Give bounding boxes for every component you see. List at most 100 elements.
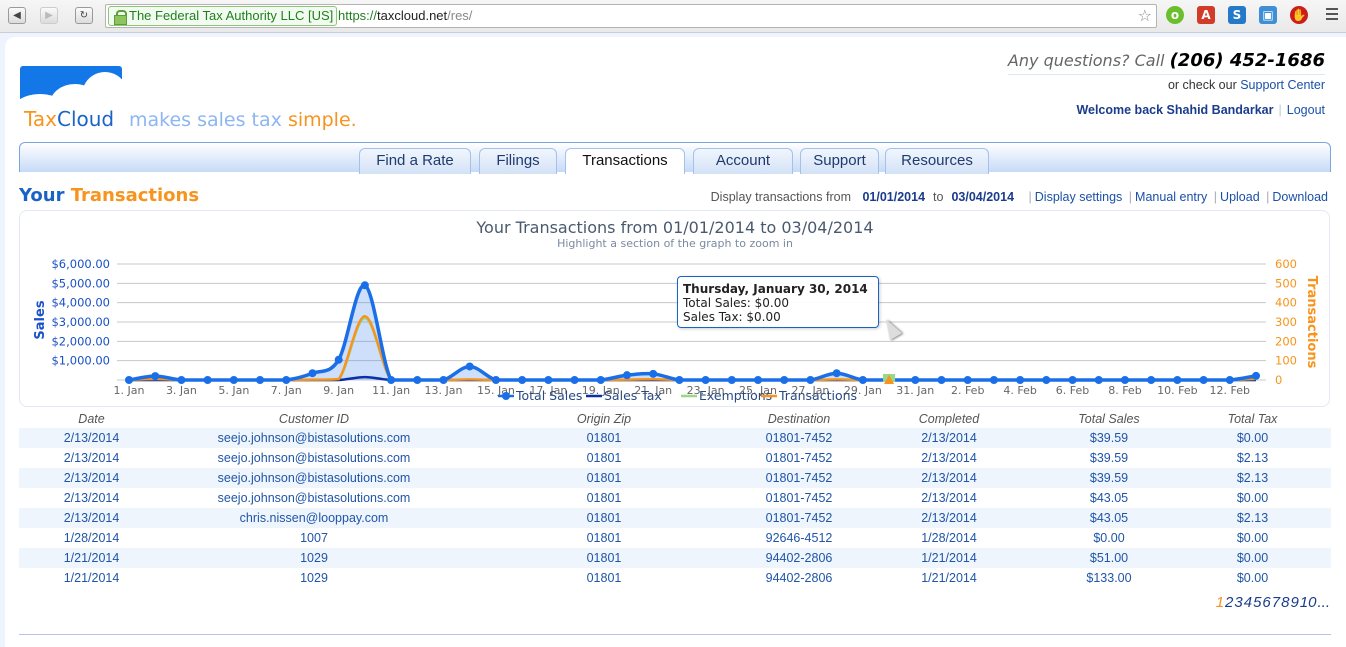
table-row[interactable]: 1/21/2014 1029 01801 94402-2806 1/21/2014 $51…: [19, 548, 1331, 568]
total-sales-point: [1094, 376, 1103, 384]
transactions-chart[interactable]: $1,000.00 $2,000.00 $3,000.00 $4,000.00 $5,0…: [0, 250, 1346, 410]
y-right-tick-label: 600: [1275, 257, 1297, 271]
bookmark-star-icon[interactable]: ☆: [1138, 5, 1152, 27]
tab-find-a-rate[interactable]: Find a Rate: [359, 148, 471, 174]
page-link[interactable]: 5: [1253, 594, 1261, 611]
page-link[interactable]: 9: [1290, 594, 1298, 611]
total-sales-point: [858, 376, 867, 384]
page-more-link[interactable]: ...: [1317, 594, 1330, 611]
y-tick-label: $4,000.00: [51, 296, 110, 310]
table-cell: $43.05: [1089, 491, 1129, 505]
table-cell: 2/13/2014: [854, 468, 1044, 488]
table-cell: 2/13/2014: [63, 491, 120, 505]
table-cell: 2/13/2014: [19, 428, 164, 448]
y-tick-label: $2,000.00: [51, 334, 110, 348]
total-sales-point: [544, 376, 553, 384]
page-link[interactable]: 2: [1225, 594, 1233, 611]
manual-entry-link[interactable]: Manual entry: [1135, 190, 1207, 204]
display-settings-link[interactable]: Display settings: [1035, 190, 1123, 204]
page-current: 1: [1215, 594, 1225, 611]
table-cell: 1/21/2014: [63, 571, 120, 585]
table-cell: 2/13/2014: [854, 508, 1044, 528]
total-sales-point: [360, 281, 369, 290]
upload-link[interactable]: Upload: [1220, 190, 1260, 204]
from-date-link[interactable]: 01/01/2014: [862, 190, 925, 204]
page-link[interactable]: 6: [1262, 594, 1270, 611]
x-tick-label: 7. Jan: [271, 384, 302, 397]
table-cell: 01801: [464, 428, 744, 448]
total-sales-point: [727, 376, 736, 384]
total-sales-point: [675, 376, 684, 384]
tab-account[interactable]: Account: [693, 148, 793, 174]
page-link[interactable]: 8: [1281, 594, 1289, 611]
column-header[interactable]: Total Sales: [1044, 409, 1174, 428]
table-row[interactable]: 2/13/2014 seejo.johnson@bistasolutions.co…: [19, 448, 1331, 468]
extension-green-icon[interactable]: o: [1166, 6, 1184, 24]
logo-wordmark[interactable]: TaxCloud: [24, 107, 114, 131]
table-cell: 2/13/2014: [921, 491, 977, 505]
column-header[interactable]: Origin Zip: [464, 409, 744, 428]
total-sales-point: [989, 376, 998, 384]
table-cell: $2.13: [1174, 468, 1331, 488]
table-row[interactable]: 1/21/2014 1029 01801 94402-2806 1/21/2014 $13…: [19, 568, 1331, 588]
x-tick-label: 2. Feb: [951, 384, 984, 397]
page-link[interactable]: 4: [1244, 594, 1252, 611]
menu-icon[interactable]: [1326, 8, 1338, 22]
tab-support[interactable]: Support: [800, 148, 879, 174]
extension-s-icon[interactable]: S: [1228, 6, 1246, 24]
url-text[interactable]: https://taxcloud.net/res/: [338, 5, 472, 27]
legend-item[interactable]: Sales Tax: [604, 388, 662, 403]
table-row[interactable]: 2/13/2014 seejo.johnson@bistasolutions.co…: [19, 488, 1331, 508]
download-link[interactable]: Download: [1272, 190, 1328, 204]
column-header[interactable]: Date: [19, 409, 164, 428]
logout-link[interactable]: Logout: [1287, 103, 1325, 117]
table-row[interactable]: 2/13/2014 seejo.johnson@bistasolutions.co…: [19, 468, 1331, 488]
ev-certificate-badge[interactable]: The Federal Tax Authority LLC [US]: [108, 6, 338, 26]
column-header[interactable]: Completed: [854, 409, 1044, 428]
logo-cloud-icon[interactable]: [20, 66, 122, 111]
tab-resources[interactable]: Resources: [885, 148, 989, 174]
support-center-link[interactable]: Support Center: [1240, 78, 1325, 92]
table-cell: $133.00: [1086, 571, 1132, 585]
total-sales-point: [622, 371, 631, 380]
table-cell: 1007: [300, 531, 328, 545]
table-row[interactable]: 2/13/2014 seejo.johnson@bistasolutions.co…: [19, 428, 1331, 448]
to-date-link[interactable]: 03/04/2014: [951, 190, 1014, 204]
chart-subtitle: Highlight a section of the graph to zoom…: [557, 237, 793, 250]
table-cell: 01801-7452: [765, 451, 833, 465]
y-axis-title: Sales: [33, 300, 48, 339]
tab-transactions[interactable]: Transactions: [565, 148, 685, 174]
column-header[interactable]: Total Tax: [1174, 409, 1331, 428]
legend-item[interactable]: Total Sales: [515, 388, 582, 403]
column-header[interactable]: Destination: [744, 409, 854, 428]
pagination: 12345678910...: [1215, 594, 1330, 611]
table-row[interactable]: 2/13/2014 chris.nissen@looppay.com 01801 01…: [19, 508, 1331, 528]
extension-adblock-icon[interactable]: ✋: [1290, 6, 1308, 24]
back-button[interactable]: ◀: [8, 7, 26, 24]
table-cell: $39.59: [1089, 451, 1129, 465]
extension-screenshot-icon[interactable]: ▣: [1259, 6, 1277, 24]
reload-button[interactable]: ↻: [75, 7, 93, 24]
table-row[interactable]: 1/28/2014 1007 01801 92646-4512 1/28/2014 $0.…: [19, 528, 1331, 548]
y-tick-label: $5,000.00: [51, 276, 110, 290]
table-cell: 01801: [586, 451, 622, 465]
table-cell: 01801-7452: [765, 491, 833, 505]
total-sales-point: [518, 376, 527, 384]
y-tick-label: $1,000.00: [51, 354, 110, 368]
address-bar[interactable]: The Federal Tax Authority LLC [US] https…: [105, 4, 1157, 28]
extension-book-icon[interactable]: A: [1197, 6, 1215, 24]
legend-item[interactable]: Transactions: [778, 388, 857, 403]
forward-button[interactable]: ▶: [40, 7, 58, 24]
table-cell: 01801-7452: [744, 468, 854, 488]
x-tick-label: 5. Jan: [218, 384, 249, 397]
support-phone: Any questions? Call (206) 452-1686: [1007, 50, 1325, 75]
column-header[interactable]: Customer ID: [164, 409, 464, 428]
table-cell: $0.00: [1093, 531, 1125, 545]
page-link[interactable]: 7: [1272, 594, 1280, 611]
page-link[interactable]: 10: [1300, 594, 1317, 611]
y-right-tick-label: 400: [1275, 296, 1297, 310]
page-link[interactable]: 3: [1234, 594, 1242, 611]
table-header: Date Customer ID Origin Zip Destination Comp…: [19, 409, 1331, 428]
x-tick-label: 8. Feb: [1108, 384, 1141, 397]
tab-filings[interactable]: Filings: [479, 148, 557, 174]
